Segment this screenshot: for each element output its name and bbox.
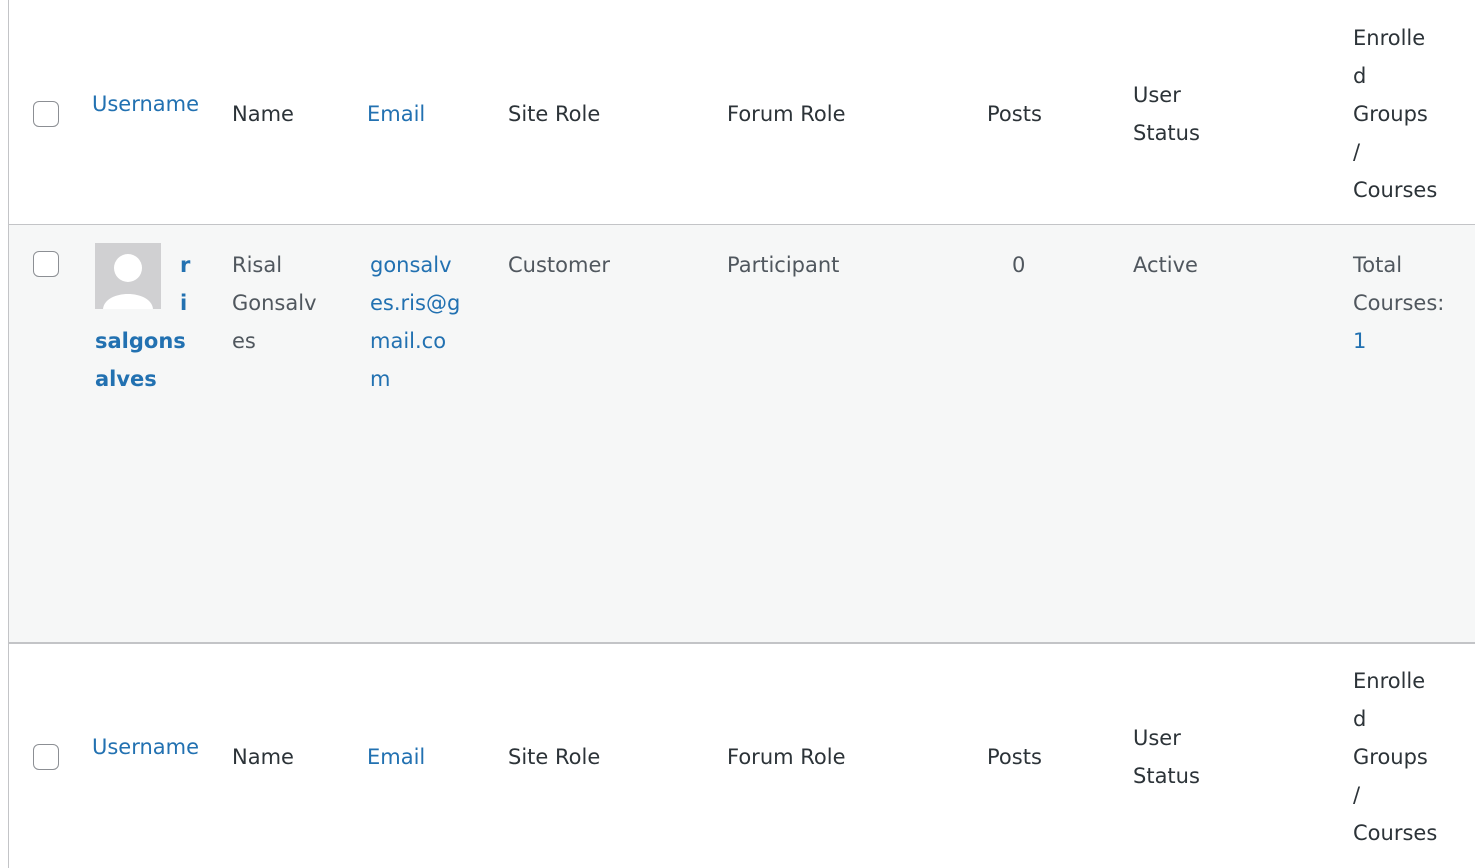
column-footer-forum-role: Forum Role: [727, 745, 846, 769]
column-header-username[interactable]: Username: [92, 85, 215, 123]
site-role-cell: Customer: [508, 253, 611, 277]
username-link-part2[interactable]: salgons alves: [95, 322, 186, 398]
user-status-cell: Active: [1133, 253, 1198, 277]
column-footer-enrolled: Enrolle d Groups / Courses: [1353, 662, 1437, 852]
column-header-user-status: User Status: [1133, 76, 1200, 152]
email-line[interactable]: es.ris@g: [370, 284, 460, 322]
column-footer-posts: Posts: [987, 745, 1042, 769]
username-line[interactable]: r: [180, 246, 190, 284]
name-line: Risal: [232, 253, 283, 277]
enrolled-line: Courses: [1353, 178, 1438, 202]
column-header-name: Name: [232, 102, 294, 126]
email-line[interactable]: mail.co: [370, 322, 460, 360]
table-row: r i salgons alves Risal Gonsalv es gonsa…: [9, 225, 1475, 642]
user-status-line: Status: [1133, 764, 1200, 788]
column-header-forum-role: Forum Role: [727, 102, 846, 126]
email-line[interactable]: m: [370, 360, 460, 398]
table-footer-row: Username Name Email Site Role Forum Role…: [9, 642, 1475, 868]
users-table-viewport: Username Name Email Site Role Forum Role…: [0, 0, 1475, 868]
column-footer-name: Name: [232, 745, 294, 769]
enrolled-line: d: [1353, 64, 1367, 88]
column-header-posts: Posts: [987, 102, 1042, 126]
users-table: Username Name Email Site Role Forum Role…: [8, 0, 1475, 868]
username-link-part1[interactable]: r i: [180, 246, 190, 322]
avatar: [95, 243, 161, 309]
enrolled-line: Groups: [1353, 102, 1428, 126]
column-header-enrolled: Enrolle d Groups / Courses: [1353, 19, 1437, 209]
column-footer-user-status: User Status: [1133, 719, 1200, 795]
name-line: Gonsalv: [232, 291, 317, 315]
select-all-checkbox[interactable]: [33, 101, 59, 127]
user-status-line: User: [1133, 726, 1181, 750]
enrolled-line: d: [1353, 707, 1367, 731]
courses-label-line: Courses:: [1353, 291, 1445, 315]
username-line[interactable]: salgons: [95, 322, 186, 360]
enrolled-line: Enrolle: [1353, 669, 1426, 693]
column-footer-username[interactable]: Username: [92, 728, 215, 766]
enrolled-line: Courses: [1353, 821, 1438, 845]
name-line: es: [232, 329, 256, 353]
user-status-line: Status: [1133, 121, 1200, 145]
select-all-checkbox-footer[interactable]: [33, 744, 59, 770]
column-footer-email[interactable]: Email: [367, 738, 425, 776]
column-footer-site-role: Site Role: [508, 745, 601, 769]
courses-count-link[interactable]: 1: [1353, 322, 1444, 360]
table-header-row: Username Name Email Site Role Forum Role…: [9, 0, 1475, 225]
email-link[interactable]: gonsalv es.ris@g mail.co m: [370, 246, 460, 398]
enrolled-line: /: [1353, 783, 1361, 807]
courses-label-line: Total: [1353, 253, 1403, 277]
user-name-cell: Risal Gonsalv es: [232, 246, 317, 360]
enrolled-line: Groups: [1353, 745, 1428, 769]
forum-role-cell: Participant: [727, 253, 840, 277]
email-line[interactable]: gonsalv: [370, 246, 460, 284]
column-header-site-role: Site Role: [508, 102, 601, 126]
username-line[interactable]: alves: [95, 360, 186, 398]
posts-count-cell: 0: [1012, 253, 1026, 277]
enrolled-line: /: [1353, 140, 1361, 164]
enrolled-line: Enrolle: [1353, 26, 1426, 50]
enrolled-courses-cell: Total Courses: 1: [1353, 246, 1444, 360]
user-status-line: User: [1133, 83, 1181, 107]
username-line[interactable]: i: [180, 284, 190, 322]
column-header-email[interactable]: Email: [367, 95, 425, 133]
default-avatar-icon: [95, 243, 161, 309]
row-select-checkbox[interactable]: [33, 251, 59, 277]
